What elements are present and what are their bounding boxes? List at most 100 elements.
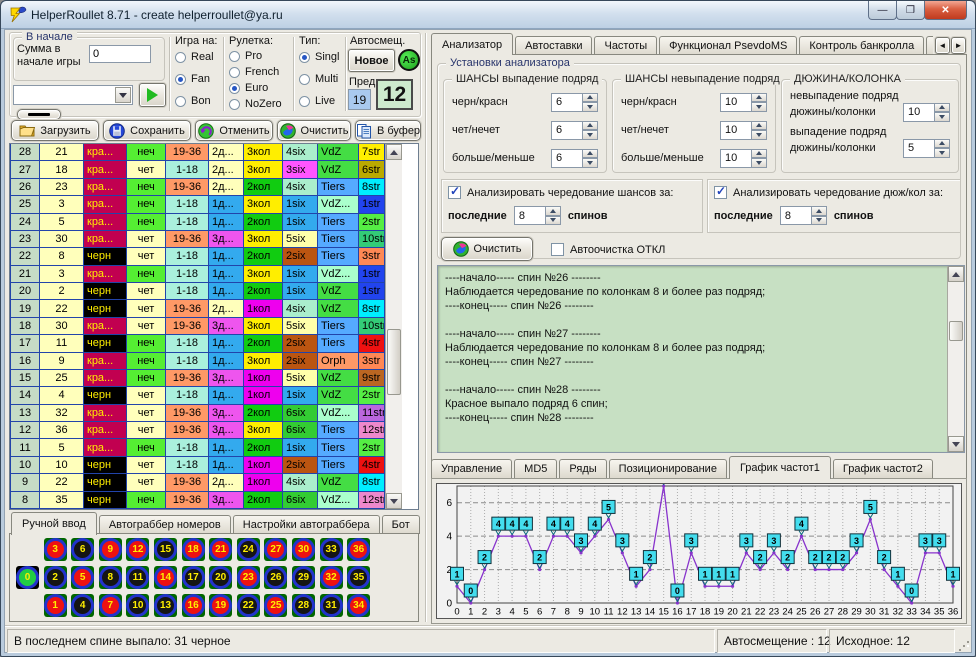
number-button-31[interactable]: 31 — [320, 594, 343, 617]
chart-tab-5[interactable]: График частот1 — [729, 456, 831, 479]
input-tab-2[interactable]: Автограббер номеров — [99, 515, 231, 534]
table-row-spin-14[interactable]: 144чернчет1-181д...1кол1sixVdZ2str — [11, 387, 385, 404]
roulette-option-pro[interactable]: Pro — [229, 50, 262, 62]
table-row-spin-24[interactable]: 245кра...неч1-181д...2кол1sixTiers2str — [11, 214, 385, 231]
dozen-spins-value[interactable]: 8 — [780, 206, 812, 225]
spinner-down-icon[interactable] — [812, 216, 827, 226]
chart-tab-4[interactable]: Позиционирование — [609, 459, 727, 478]
game-option-fan[interactable]: Fan — [175, 73, 210, 85]
number-button-18[interactable]: 18 — [182, 538, 205, 561]
table-scrollbar[interactable] — [385, 144, 402, 509]
chart-tab-1[interactable]: Управление — [431, 459, 512, 478]
number-button-27[interactable]: 27 — [264, 538, 287, 561]
toolbar-open-folder-button[interactable]: Загрузить — [11, 120, 99, 141]
spinner-down-icon[interactable] — [583, 130, 598, 140]
table-row-spin-17[interactable]: 1711черннеч1-181д...2кол2sixTiers4str — [11, 335, 385, 352]
dozen-hit-value[interactable]: 5 — [903, 139, 935, 158]
spinner-up-icon[interactable] — [752, 93, 767, 103]
number-button-15[interactable]: 15 — [154, 538, 177, 561]
new-button[interactable]: Новое — [348, 49, 395, 72]
miss-value[interactable]: 10 — [720, 149, 752, 168]
minimize-button[interactable]: — — [868, 1, 897, 20]
miss-value[interactable]: 10 — [720, 121, 752, 140]
number-button-16[interactable]: 16 — [182, 594, 205, 617]
number-button-34[interactable]: 34 — [347, 594, 370, 617]
autoclear-checkbox[interactable] — [551, 243, 564, 256]
radio-icon[interactable] — [299, 74, 310, 85]
number-button-19[interactable]: 19 — [209, 594, 232, 617]
number-button-23[interactable]: 23 — [237, 566, 260, 589]
number-button-4[interactable]: 4 — [71, 594, 94, 617]
input-tab-3[interactable]: Настройки автограббера — [233, 515, 380, 534]
scroll-up-icon[interactable] — [948, 266, 964, 282]
spinner-down-icon[interactable] — [935, 148, 950, 158]
table-row-spin-22[interactable]: 228чернчет1-181д...2кол2sixTiers3str — [11, 248, 385, 265]
analyzer-tab-1[interactable]: Анализатор — [431, 33, 513, 55]
spinner-down-icon[interactable] — [583, 158, 598, 168]
table-row-spin-8[interactable]: 835черннеч19-363д...2кол6sixVdZ...12str — [11, 492, 385, 509]
number-button-33[interactable]: 33 — [320, 538, 343, 561]
miss-value[interactable]: 10 — [720, 93, 752, 112]
table-row-spin-9[interactable]: 922чернчет19-362д...1кол4sixVdZ8str — [11, 474, 385, 491]
scrollbar-thumb[interactable] — [387, 329, 401, 395]
number-button-22[interactable]: 22 — [237, 594, 260, 617]
number-button-6[interactable]: 6 — [71, 538, 94, 561]
tab-scroll-right-button[interactable]: ► — [951, 37, 966, 54]
number-button-30[interactable]: 30 — [292, 538, 315, 561]
analyzer-tab-5[interactable]: Контроль банкролла — [799, 36, 924, 55]
table-row-spin-11[interactable]: 115кра...неч1-181д...2кол1sixTiers2str — [11, 439, 385, 456]
tab-scroll-left-button[interactable]: ◄ — [935, 37, 950, 54]
type-option-live[interactable]: Live — [299, 95, 335, 107]
radio-icon[interactable] — [229, 67, 240, 78]
chances-spins-value[interactable]: 8 — [514, 206, 546, 225]
number-button-3[interactable]: 3 — [44, 538, 67, 561]
toolbar-clear-button[interactable]: Очистить — [277, 120, 351, 141]
spinner-up-icon[interactable] — [812, 206, 827, 216]
chart-tab-3[interactable]: Ряды — [559, 459, 606, 478]
scrollbar-thumb[interactable] — [949, 321, 963, 341]
close-button[interactable]: ✕ — [924, 1, 967, 20]
table-row-spin-12[interactable]: 1236кра...чет19-363д...3кол6sixTiers12st… — [11, 422, 385, 439]
hit-value[interactable]: 6 — [551, 93, 583, 112]
spinner-up-icon[interactable] — [583, 149, 598, 159]
table-row-spin-28[interactable]: 2821кра...неч19-362д...3кол4sixVdZ7str — [11, 144, 385, 161]
input-tab-1[interactable]: Ручной ввод — [11, 512, 97, 535]
spinner-up-icon[interactable] — [935, 139, 950, 149]
autoshift-as-button[interactable]: As — [398, 49, 420, 71]
combo-dropdown-icon[interactable] — [115, 87, 131, 103]
spinner-up-icon[interactable] — [583, 93, 598, 103]
table-row-spin-15[interactable]: 1525кра...неч19-363д...1кол5sixVdZ9str — [11, 370, 385, 387]
analyzer-log[interactable]: ----начало----- спин №26 -------- Наблюд… — [437, 265, 965, 453]
play-button[interactable] — [139, 83, 166, 107]
number-button-24[interactable]: 24 — [237, 538, 260, 561]
number-button-5[interactable]: 5 — [71, 566, 94, 589]
radio-icon[interactable] — [175, 74, 186, 85]
scroll-up-icon[interactable] — [386, 144, 402, 160]
hit-value[interactable]: 6 — [551, 121, 583, 140]
number-button-2[interactable]: 2 — [44, 566, 67, 589]
number-button-25[interactable]: 25 — [264, 594, 287, 617]
roulette-option-euro[interactable]: Euro — [229, 82, 268, 94]
type-option-multi[interactable]: Multi — [299, 73, 338, 85]
analyzer-tab-3[interactable]: Частоты — [594, 36, 657, 55]
alternation-dozen-checkbox[interactable] — [714, 186, 727, 199]
analyzer-tab-6[interactable]: Колесо ру — [926, 36, 933, 55]
table-row-spin-10[interactable]: 1010чернчет1-181д...1кол2sixTiers4str — [11, 457, 385, 474]
number-button-0[interactable]: 0 — [16, 566, 39, 589]
number-button-13[interactable]: 13 — [154, 594, 177, 617]
radio-icon[interactable] — [299, 96, 310, 107]
toolbar-save-button[interactable]: Сохранить — [103, 120, 191, 141]
chart-tab-6[interactable]: График частот2 — [833, 459, 933, 478]
game-option-real[interactable]: Real — [175, 51, 214, 63]
scroll-down-icon[interactable] — [386, 493, 402, 509]
dozen-miss-value[interactable]: 10 — [903, 103, 935, 122]
collapse-button[interactable] — [17, 109, 61, 120]
number-button-21[interactable]: 21 — [209, 538, 232, 561]
titlebar[interactable]: HelperRoullet 8.71 - create helperroulle… — [1, 1, 975, 29]
number-button-32[interactable]: 32 — [320, 566, 343, 589]
roulette-option-french[interactable]: French — [229, 66, 279, 78]
number-button-9[interactable]: 9 — [99, 538, 122, 561]
radio-icon[interactable] — [229, 99, 240, 110]
chart-tab-2[interactable]: MD5 — [514, 459, 557, 478]
alternation-chances-checkbox[interactable] — [448, 186, 461, 199]
